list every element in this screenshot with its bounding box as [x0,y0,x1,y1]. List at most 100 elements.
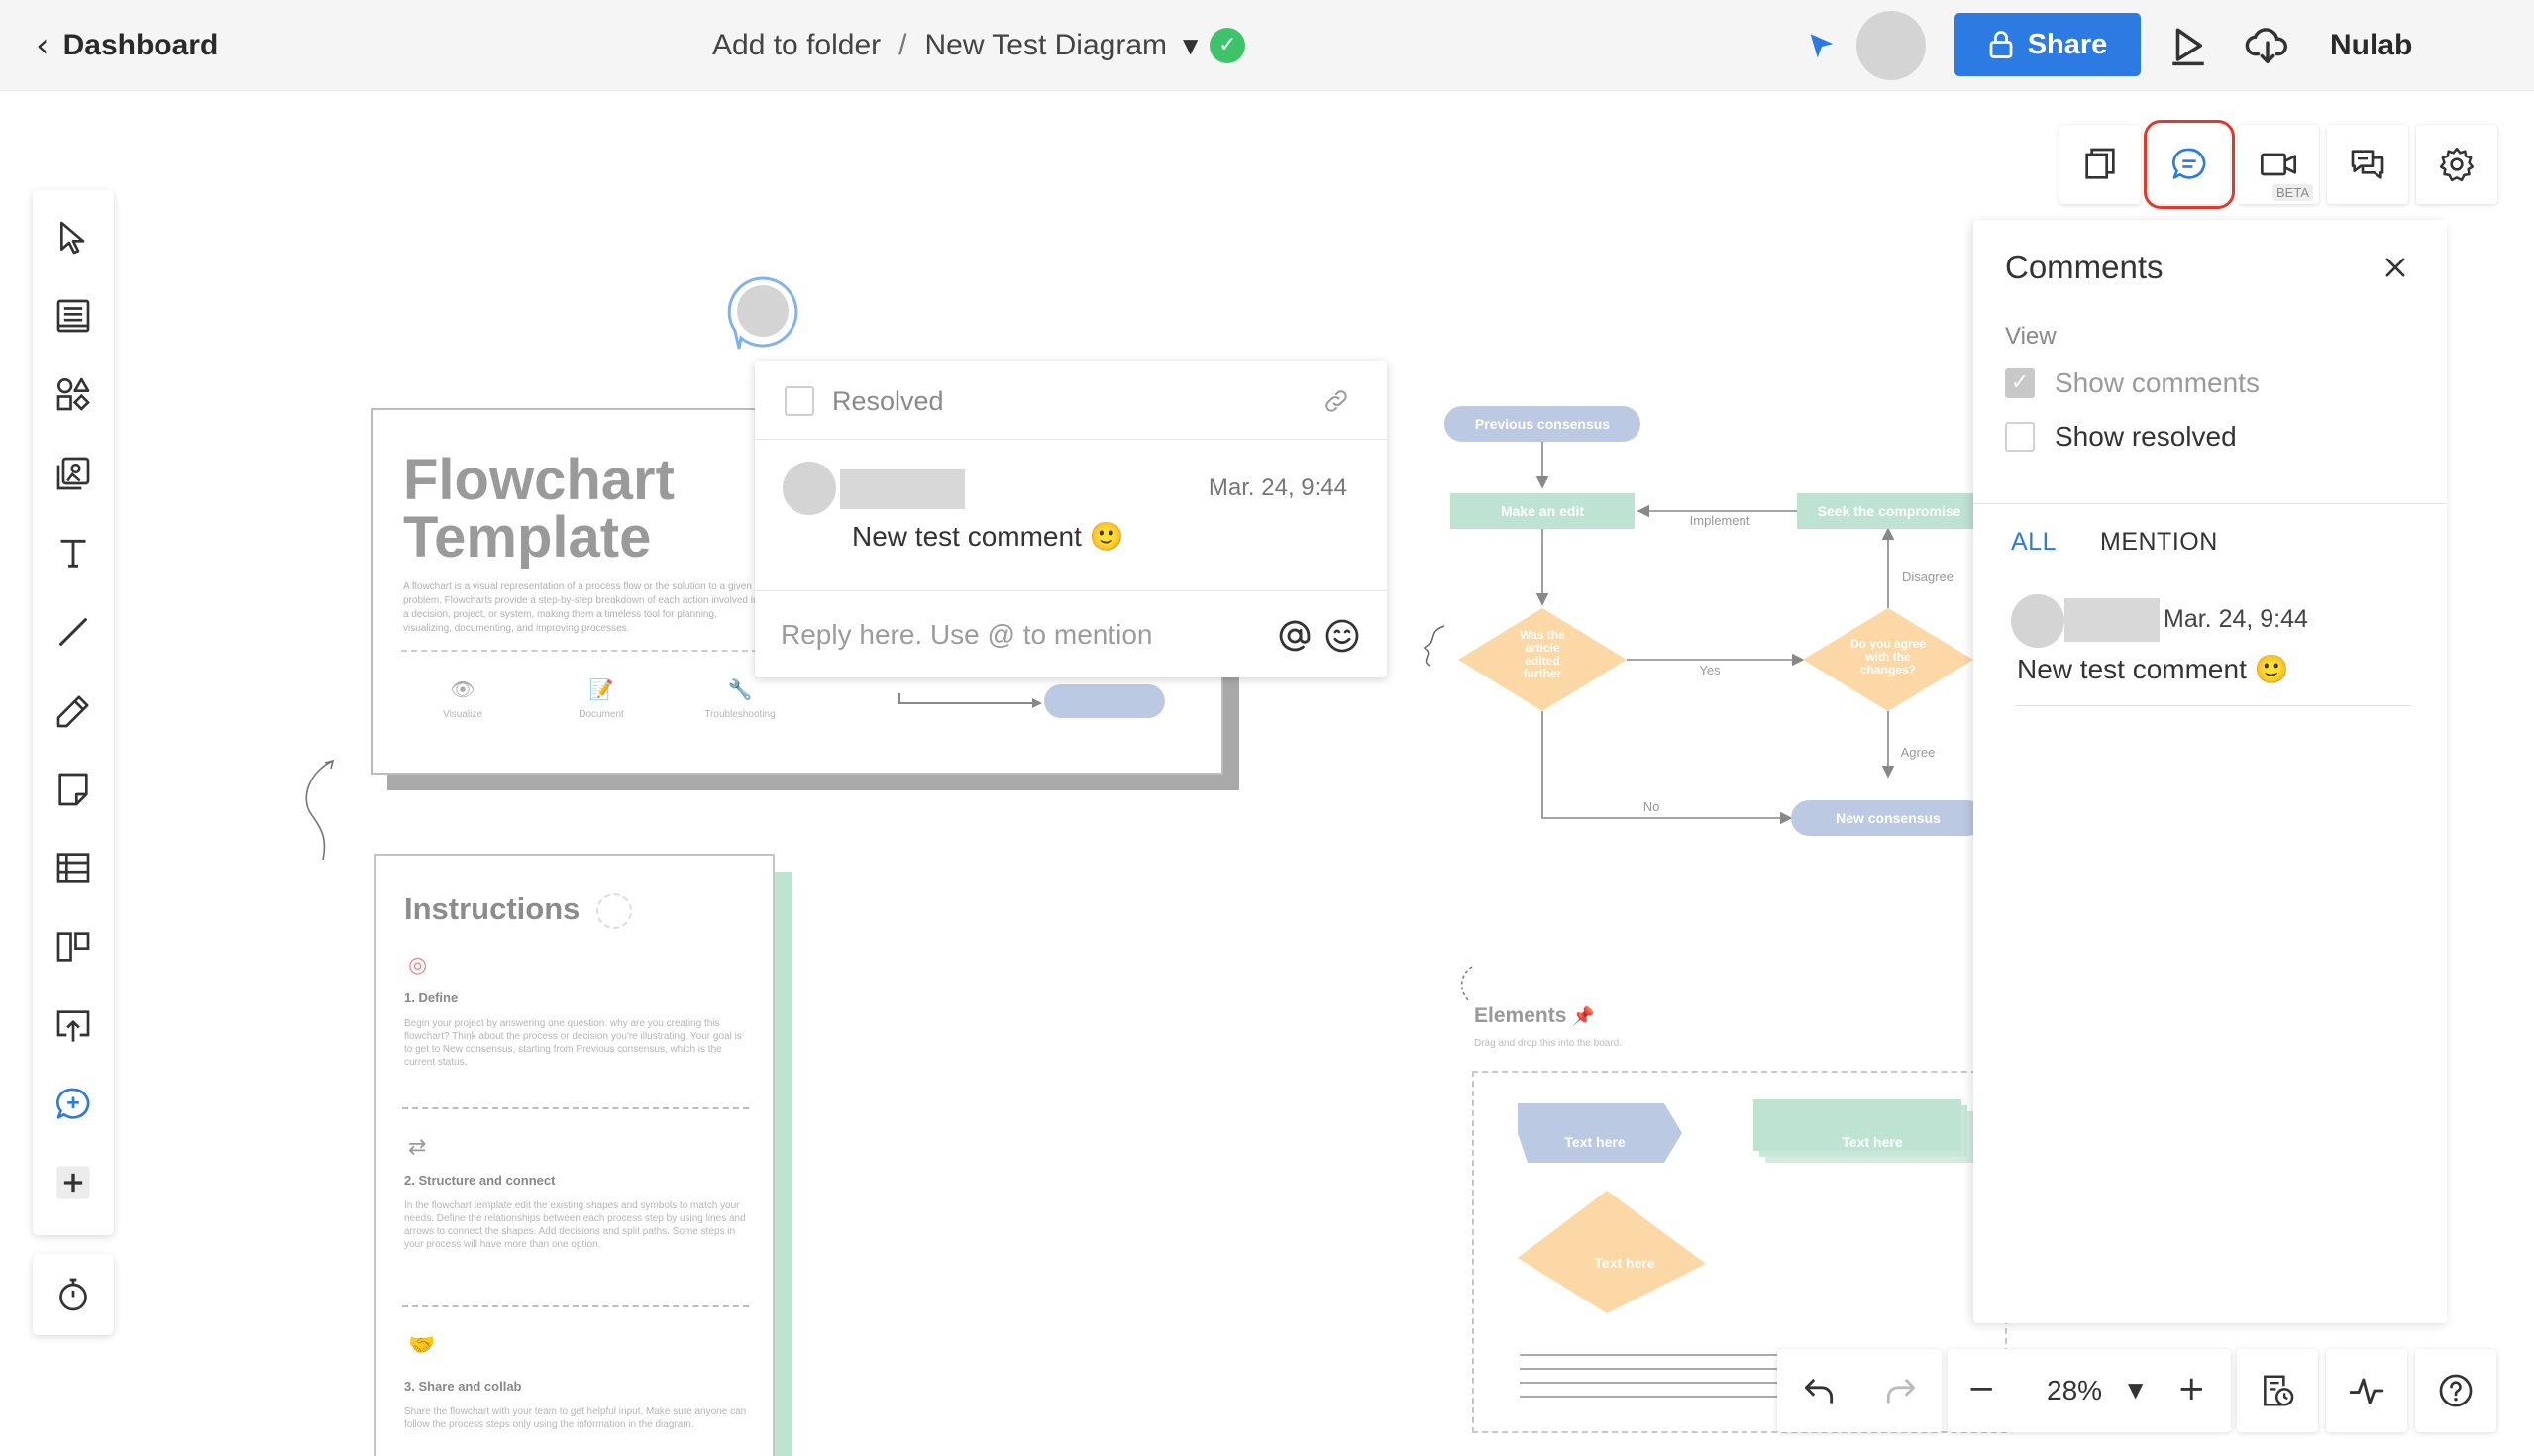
previous-consensus-label: Previous consensus [1475,416,1610,432]
pen-tool[interactable] [33,681,114,741]
video-button[interactable]: BETA [2238,125,2319,204]
zoom-level[interactable]: 28% [2047,1371,2102,1410]
comment-tool[interactable] [33,1075,114,1134]
timer-tool[interactable] [33,1254,114,1335]
handshake-icon: 🤝 [408,1333,436,1358]
pages-button[interactable] [2059,125,2141,204]
image-stack-icon [56,457,90,490]
undo-button[interactable] [1777,1349,1859,1432]
sticky-note-tool[interactable] [33,760,114,819]
text-tool[interactable] [33,523,114,582]
mention-icon[interactable] [1276,617,1314,655]
resolved-checkbox[interactable] [785,386,814,416]
yes-label: Yes [1699,663,1721,677]
diagram-name[interactable]: New Test Diagram [924,26,1167,65]
settings-button[interactable] [2416,125,2497,204]
chevron-down-icon[interactable]: ▼ [1183,26,1198,65]
view-label: View [2005,323,2057,350]
avatar[interactable] [1856,11,1926,80]
target-icon: ◎ [408,953,428,978]
show-resolved-checkbox[interactable] [2005,422,2035,452]
show-comments-label: Show comments [2055,367,2260,398]
chat-button[interactable] [2327,125,2408,204]
comments-button[interactable] [2144,120,2235,209]
section-title: 1. Define [404,990,459,1005]
close-icon[interactable] [2381,254,2409,281]
divider [1973,503,2447,504]
agree-line-1: Do you agree [1850,637,1926,651]
no-label: No [1643,799,1660,814]
tab-mention[interactable]: MENTION [2100,527,2218,557]
element-shape-3-label: Text here [1594,1255,1654,1271]
avatar [2011,594,2064,648]
play-icon[interactable] [2167,24,2209,67]
redo-button[interactable] [1859,1349,1942,1432]
add-to-folder-link[interactable]: Add to folder [712,26,881,65]
divider [402,1305,749,1307]
reply-input[interactable] [781,615,1256,655]
table-tool[interactable] [33,838,114,897]
cursor-icon[interactable] [1805,30,1839,63]
back-label: Dashboard [62,29,219,61]
beta-badge: BETA [2272,184,2313,201]
comment-text[interactable]: New test comment 🙂 [2017,650,2289,689]
instructions-card[interactable]: Instructions ◎ 1. Define Begin your proj… [374,854,775,1456]
shapes-tool[interactable] [33,364,114,424]
comment-popup: Resolved Mar. 24, 9:44 New test comment … [755,361,1387,677]
comment-timestamp[interactable]: Mar. 24, 9:44 [2164,604,2308,634]
decision-line-4: further [1524,667,1562,680]
breadcrumb: Add to folder / New Test Diagram ▼ ✓ [712,26,1246,65]
table-icon [56,853,90,883]
cloud-download-icon[interactable] [2245,22,2290,67]
line-tool[interactable] [33,602,114,662]
element-shape-2-label: Text here [1842,1134,1902,1150]
brand-name[interactable]: Nulab [2330,26,2412,65]
upload-tool[interactable] [33,995,114,1055]
element-shape-1[interactable] [1518,1103,1682,1163]
comments-icon [2172,148,2206,179]
tab-all[interactable]: ALL [2011,527,2057,557]
history-icon [2264,1375,2294,1406]
zoom-in-icon[interactable]: + [2177,1369,2206,1408]
history-button[interactable] [2237,1349,2318,1432]
undo-icon [1804,1378,1833,1404]
show-comments-option[interactable]: ✓ Show comments [2005,366,2260,400]
element-shape-1-label: Text here [1564,1134,1625,1150]
section-title: 2. Structure and connect [404,1173,556,1188]
troubleshooting-item: 🔧 Troubleshooting [681,677,799,720]
pen-icon [56,695,89,728]
link-icon[interactable] [1321,386,1351,416]
show-comments-checkbox[interactable]: ✓ [2005,368,2035,398]
add-tool[interactable] [33,1153,114,1212]
select-tool[interactable] [33,208,114,267]
line-icon [58,617,88,647]
back-to-dashboard[interactable]: ‹ Dashboard [36,26,218,65]
text-icon [60,539,86,568]
elements-subtitle: Drag and drop this into the board. [1474,1038,1622,1049]
kanban-tool[interactable] [33,917,114,977]
agree-label: Agree [1901,745,1936,760]
help-button[interactable] [2415,1349,2496,1432]
settings-icon [2439,147,2475,182]
divider [401,650,758,652]
image-tool[interactable] [33,444,114,503]
terminal-shape[interactable] [1044,684,1165,718]
reply-area [755,590,1387,677]
show-resolved-option[interactable]: Show resolved [2005,420,2237,454]
chevron-left-icon: ‹ [36,26,50,65]
share-button[interactable]: Share [1954,13,2141,76]
lock-icon [1989,31,2013,58]
template-tool[interactable] [33,286,114,346]
document-item: 📝 Document [542,677,661,720]
decision-line-3: edited [1525,654,1559,668]
top-bar: ‹ Dashboard Add to folder / New Test Dia… [0,0,2534,91]
instruction-section: 1. Define Begin your project by answerin… [404,990,751,1069]
comment-timestamp: Mar. 24, 9:44 [1208,474,1347,501]
chevron-down-icon[interactable]: ▼ [2128,1373,2143,1406]
panel-title: Comments [2005,249,2164,285]
element-shape-3[interactable] [1518,1191,1706,1313]
emoji-icon[interactable] [1323,617,1361,655]
comment-pin[interactable] [723,275,802,355]
activity-button[interactable] [2326,1349,2407,1432]
zoom-out-icon[interactable]: − [1967,1369,1996,1408]
